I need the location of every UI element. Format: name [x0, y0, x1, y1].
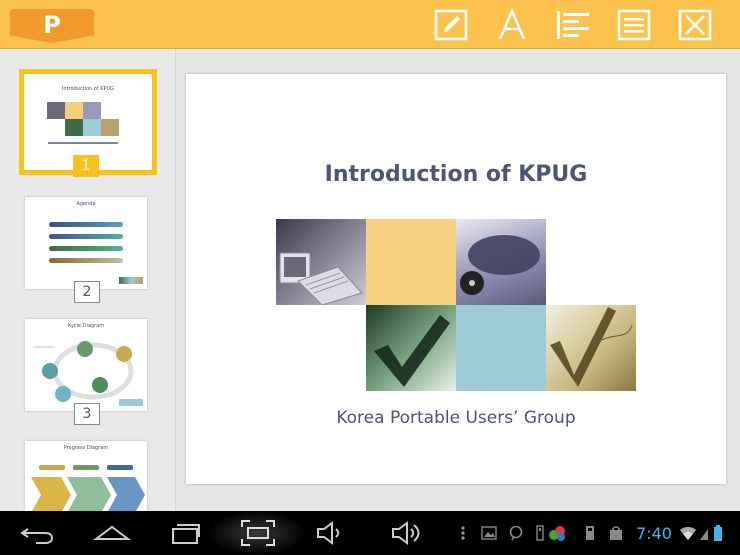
yellow-tile: [366, 219, 456, 305]
slide-thumbnail-3[interactable]: Kycle Diagram: [25, 319, 147, 411]
slide-thumbnail-panel[interactable]: Introduction of KPUG 1 Agenda 2 Kycle Di…: [0, 49, 176, 511]
volume-up-icon: [392, 521, 420, 545]
list-button[interactable]: [616, 9, 652, 41]
checkmark-gold-image: [546, 305, 636, 391]
slide-thumbnail-4[interactable]: Progress Diagram: [25, 441, 147, 511]
edit-button[interactable]: [433, 9, 469, 41]
recent-apps-icon: [172, 524, 200, 544]
thumbnail-title: Introduction of KPUG: [61, 86, 115, 92]
recent-apps-button[interactable]: [165, 517, 205, 549]
chat-icon: [509, 525, 525, 541]
close-button[interactable]: [677, 9, 713, 41]
gallery-icon: [481, 525, 497, 541]
volume-up-button[interactable]: [385, 517, 425, 549]
checkmark-green-image: [366, 305, 456, 391]
close-icon: [678, 9, 712, 41]
text-format-button[interactable]: [494, 9, 530, 41]
home-icon: [93, 525, 131, 540]
slide-title[interactable]: Introduction of KPUG: [186, 162, 726, 187]
thumbnail-title: Agenda: [76, 201, 96, 207]
sd-card-icon: [582, 525, 598, 541]
align-left-icon: [557, 11, 589, 39]
blue-tile: [456, 305, 546, 391]
text-format-icon: [498, 9, 526, 40]
volume-down-icon: [317, 521, 340, 545]
slide-number-3: 3: [74, 403, 100, 425]
top-toolbar: P: [0, 0, 740, 49]
app-logo[interactable]: P: [10, 9, 94, 43]
back-button[interactable]: [18, 517, 58, 549]
volume-down-button[interactable]: [310, 517, 350, 549]
store-icon: [608, 525, 624, 541]
edit-icon: [434, 9, 468, 41]
screenshot-icon: [241, 520, 275, 546]
slide-subtitle[interactable]: Korea Portable Users’ Group: [186, 408, 726, 428]
current-slide[interactable]: Introduction of KPUG Korea Portable User…: [186, 74, 726, 484]
logo-text: P: [43, 11, 61, 39]
slide-canvas-area[interactable]: Introduction of KPUG Korea Portable User…: [176, 49, 740, 511]
wifi-icon: [679, 525, 697, 541]
system-navigation-bar: 7:40: [0, 511, 740, 555]
back-icon: [20, 528, 53, 544]
slide-number-1: 1: [73, 155, 99, 177]
list-icon: [617, 9, 651, 41]
usb-icon: [532, 525, 548, 541]
signal-icon: [699, 525, 709, 541]
computer-image: [276, 219, 366, 305]
thumbnail-title: Progress Diagram: [63, 445, 109, 451]
app-notification-icon: [548, 525, 568, 541]
screenshot-button[interactable]: [238, 517, 278, 549]
battery-icon: [713, 525, 723, 541]
slide-thumbnail-2[interactable]: Agenda: [25, 197, 147, 289]
progress-arrows-graphic: [31, 477, 145, 511]
home-button[interactable]: [92, 517, 132, 549]
align-button[interactable]: [555, 9, 591, 41]
slide-number-2: 2: [74, 281, 100, 303]
cd-disc-image: [456, 219, 546, 305]
clock: 7:40: [636, 524, 672, 543]
menu-dots-icon[interactable]: [455, 525, 471, 541]
cycle-diagram-graphic: [33, 341, 143, 406]
